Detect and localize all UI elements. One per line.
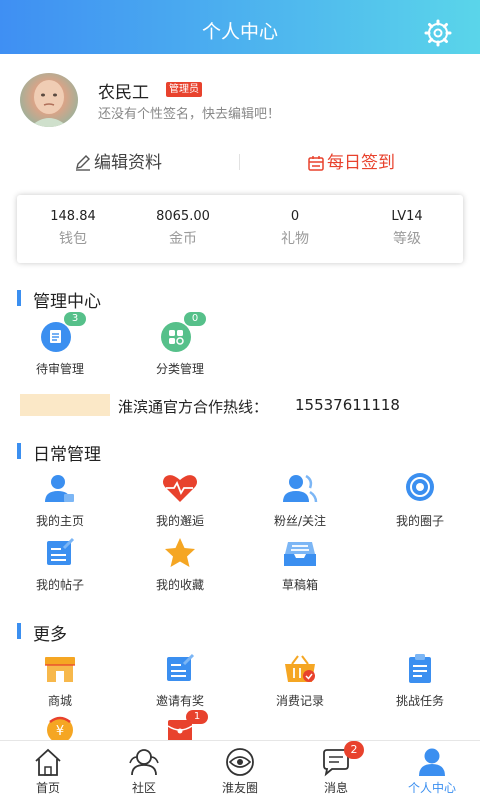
role-badge: 管理员 [166, 82, 202, 97]
grid-item-label: 邀请有奖 [155, 694, 204, 708]
grid-item-label: 粉丝/关注 [273, 514, 327, 528]
bottom-tab-bar: 首页 社区 淮友圈 2 消息 个人中心 [0, 740, 480, 800]
grid-item-label: 我的帖子 [35, 578, 84, 592]
inbox-tray-icon [280, 536, 320, 570]
tab-profile[interactable]: 个人中心 [384, 741, 480, 801]
invite-edit-icon [160, 652, 200, 686]
grid-item-favorites[interactable]: 我的收藏 [125, 536, 235, 593]
daily-checkin-button[interactable]: 每日签到 [307, 146, 395, 180]
app-header: 个人中心 [0, 0, 480, 54]
stat-value: 148.84 [50, 209, 96, 224]
shop-icon [40, 652, 80, 686]
grid-item-label: 我的主页 [35, 514, 84, 528]
grid-item-label: 我的圈子 [395, 514, 444, 528]
edit-profile-button[interactable]: 编辑资料 [74, 146, 162, 180]
grid-item-posts[interactable]: 我的帖子 [5, 536, 115, 593]
stat-value: 8065.00 [156, 209, 210, 224]
grid-item-homepage[interactable]: 我的主页 [5, 472, 115, 529]
home-icon [32, 747, 64, 777]
gear-icon[interactable] [424, 19, 452, 47]
stat-gifts[interactable]: 0 礼物 [245, 195, 345, 248]
review-doc-icon: 3 [40, 312, 86, 354]
grid-item-label: 商城 [47, 694, 72, 708]
grid-item-label: 我的邂逅 [155, 514, 204, 528]
grid-item-encounter[interactable]: 我的邂逅 [125, 472, 235, 529]
hotline-number[interactable]: 15537611118 [295, 396, 400, 414]
stats-card: 148.84 钱包 8065.00 金币 0 礼物 LV14 等级 [17, 195, 463, 263]
grid-item-label: 消费记录 [275, 694, 324, 708]
grid-item-review[interactable]: 3 待审管理 [5, 312, 115, 377]
star-icon [160, 536, 200, 570]
grid-item-spending[interactable]: 消费记录 [245, 652, 355, 709]
grid-item-label: 分类管理 [155, 362, 204, 376]
stat-label: 钱包 [59, 231, 87, 247]
stat-value: LV14 [391, 209, 423, 224]
hotline-label: 淮滨通官方合作热线： [118, 398, 269, 416]
grid-item-label: 我的收藏 [155, 578, 204, 592]
username: 农民工 [98, 83, 149, 103]
message-count-badge: 2 [344, 741, 364, 759]
count-badge: 0 [184, 312, 206, 326]
stat-wallet[interactable]: 148.84 钱包 [23, 195, 123, 248]
hotline-banner [20, 394, 110, 416]
calendar-icon [308, 156, 324, 171]
person-icon [416, 747, 448, 777]
count-badge: 1 [186, 710, 208, 724]
page-title: 个人中心 [201, 21, 278, 43]
stat-label: 等级 [393, 231, 421, 247]
section-title-more: 更多 [17, 620, 67, 645]
grid-item-label: 待审管理 [35, 362, 84, 376]
tab-label: 社区 [131, 781, 156, 795]
edit-profile-label: 编辑资料 [94, 153, 162, 173]
section-title-daily: 日常管理 [17, 440, 101, 465]
grid-item-category[interactable]: 0 分类管理 [125, 312, 235, 377]
category-grid-icon: 0 [160, 312, 206, 354]
profile-actions: 编辑资料 每日签到 [0, 146, 480, 180]
grid-item-shop[interactable]: 商城 [5, 652, 115, 709]
grid-item-label: 挑战任务 [395, 694, 444, 708]
pencil-icon [76, 155, 90, 171]
tab-label: 首页 [35, 781, 60, 795]
divider [239, 154, 240, 170]
tab-home[interactable]: 首页 [0, 741, 96, 801]
community-icon [128, 747, 160, 777]
grid-item-label: 草稿箱 [281, 578, 318, 592]
stat-label: 礼物 [281, 231, 309, 247]
circle-target-icon [400, 472, 440, 506]
fans-icon [280, 472, 320, 506]
post-edit-icon [40, 536, 80, 570]
grid-item-drafts[interactable]: 草稿箱 [245, 536, 355, 593]
section-title-admin: 管理中心 [17, 287, 101, 312]
stat-coins[interactable]: 8065.00 金币 [133, 195, 233, 248]
tab-label: 个人中心 [407, 781, 456, 795]
message-icon: 2 [320, 741, 364, 777]
heart-pulse-icon [160, 472, 200, 506]
count-badge: 3 [64, 312, 86, 326]
tab-label: 消息 [323, 781, 348, 795]
clipboard-task-icon [400, 652, 440, 686]
user-home-icon [40, 472, 80, 506]
stat-level[interactable]: LV14 等级 [357, 195, 457, 248]
tab-friends-circle[interactable]: 淮友圈 [192, 741, 288, 801]
tab-messages[interactable]: 2 消息 [288, 741, 384, 801]
grid-item-circle[interactable]: 我的圈子 [365, 472, 475, 529]
grid-item-challenge[interactable]: 挑战任务 [365, 652, 475, 709]
eye-circle-icon [224, 747, 256, 777]
daily-checkin-label: 每日签到 [327, 153, 395, 173]
stat-label: 金币 [169, 231, 197, 247]
stat-value: 0 [290, 209, 300, 224]
signature-text[interactable]: 还没有个性签名，快去编辑吧！ [98, 103, 280, 122]
avatar[interactable] [20, 73, 78, 127]
tab-community[interactable]: 社区 [96, 741, 192, 801]
grid-item-fans[interactable]: 粉丝/关注 [245, 472, 355, 529]
svg-text:¥: ¥ [56, 724, 64, 739]
grid-item-invite[interactable]: 邀请有奖 [125, 652, 235, 709]
basket-icon [280, 652, 320, 686]
tab-label: 淮友圈 [221, 781, 258, 795]
